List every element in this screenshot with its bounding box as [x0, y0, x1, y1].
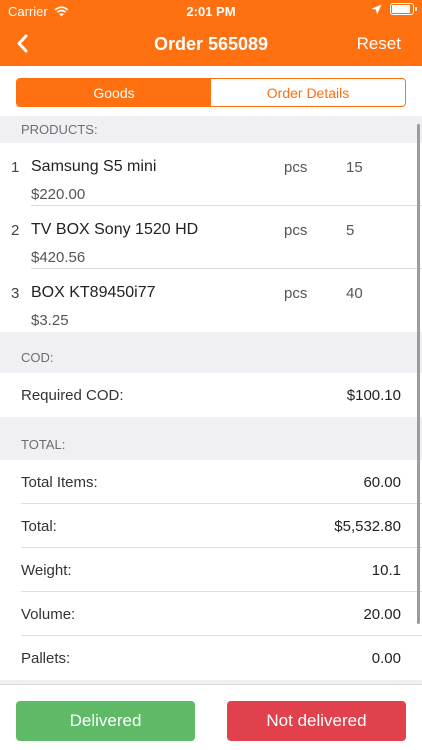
delivered-button[interactable]: Delivered — [16, 701, 195, 741]
product-row[interactable]: 1 Samsung S5 mini pcs 15 $220.00 — [0, 143, 422, 206]
product-quantity: 15 — [346, 159, 363, 176]
app-header: Carrier 2:01 PM Order 565089 Reset — [0, 0, 422, 66]
product-index: 3 — [11, 285, 20, 302]
volume-row: Volume: 20.00 — [0, 592, 422, 636]
product-quantity: 40 — [346, 285, 363, 302]
cod-section-header: COD: — [0, 332, 422, 373]
product-unit: pcs — [284, 285, 308, 302]
required-cod-row: Required COD: $100.10 — [0, 373, 422, 417]
not-delivered-button[interactable]: Not delivered — [227, 701, 406, 741]
weight-row: Weight: 10.1 — [0, 548, 422, 592]
scrollbar[interactable] — [417, 124, 420, 624]
volume-value: 20.00 — [363, 605, 401, 623]
product-unit: pcs — [284, 159, 308, 176]
product-name: BOX KT89450i77 — [31, 284, 156, 301]
volume-label: Volume: — [21, 605, 76, 623]
pallets-row: Pallets: 0.00 — [0, 636, 422, 680]
product-price: $420.56 — [31, 249, 86, 266]
total-items-value: 60.00 — [363, 473, 401, 491]
total-amount-label: Total: — [21, 517, 57, 535]
status-right — [371, 3, 417, 15]
total-amount-value: $5,532.80 — [334, 517, 401, 535]
product-name: TV BOX Sony 1520 HD — [31, 221, 199, 238]
total-items-label: Total Items: — [21, 473, 98, 491]
pallets-label: Pallets: — [21, 649, 71, 667]
product-index: 2 — [11, 222, 20, 239]
tab-bar: Goods Order Details — [0, 66, 422, 116]
weight-value: 10.1 — [371, 561, 401, 579]
weight-label: Weight: — [21, 561, 72, 579]
product-row[interactable]: 2 TV BOX Sony 1520 HD pcs 5 $420.56 — [0, 206, 422, 269]
reset-button[interactable]: Reset — [357, 34, 401, 54]
action-footer: Delivered Not delivered — [0, 684, 422, 750]
total-section-header: TOTAL: — [0, 417, 422, 460]
total-amount-row: Total: $5,532.80 — [0, 504, 422, 548]
pallets-value: 0.00 — [371, 649, 401, 667]
required-cod-value: $100.10 — [346, 386, 401, 404]
segmented-control: Goods Order Details — [16, 78, 406, 107]
location-arrow-icon — [371, 4, 382, 14]
required-cod-label: Required COD: — [21, 386, 124, 404]
status-time: 2:01 PM — [186, 4, 236, 19]
products-section-header: PRODUCTS: — [0, 116, 422, 143]
navigation-bar: Order 565089 Reset — [0, 22, 422, 66]
tab-order-details[interactable]: Order Details — [211, 79, 405, 106]
battery-icon — [390, 3, 417, 15]
product-name: Samsung S5 mini — [31, 158, 157, 175]
product-index: 1 — [11, 159, 20, 176]
product-price: $3.25 — [31, 312, 69, 329]
tab-goods[interactable]: Goods — [17, 79, 211, 106]
status-bar: Carrier 2:01 PM — [0, 0, 422, 22]
product-row[interactable]: 3 BOX KT89450i77 pcs 40 $3.25 — [0, 269, 422, 332]
product-quantity: 5 — [346, 222, 355, 239]
order-content[interactable]: PRODUCTS: 1 Samsung S5 mini pcs 15 $220.… — [0, 116, 422, 684]
product-price: $220.00 — [31, 186, 86, 203]
total-items-row: Total Items: 60.00 — [0, 460, 422, 504]
product-unit: pcs — [284, 222, 308, 239]
